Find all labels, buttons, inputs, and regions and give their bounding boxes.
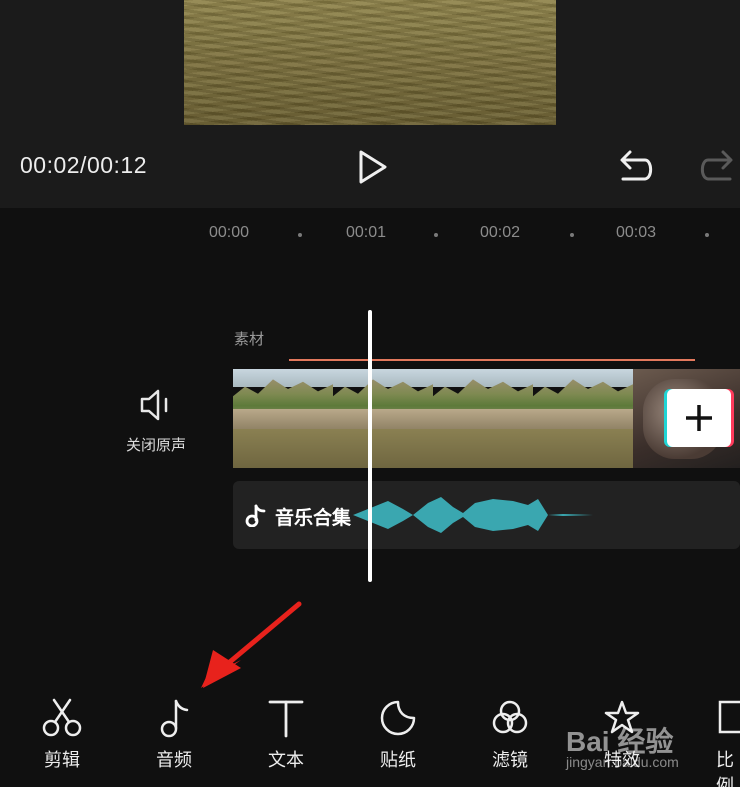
- tool-edit[interactable]: 剪辑: [12, 690, 112, 787]
- text-icon: [268, 700, 304, 738]
- mute-original-label: 关闭原声: [125, 437, 186, 454]
- player-panel: 00:02/00:12: [0, 0, 740, 208]
- clip-thumbnail: [233, 369, 333, 468]
- watermark-url: jingyan.baidu.com: [566, 754, 679, 770]
- video-clip-strip[interactable]: [233, 369, 740, 468]
- ruler-tick: 00:02: [480, 224, 521, 241]
- track-label: 素材: [234, 331, 265, 348]
- tool-audio[interactable]: 音频: [124, 690, 224, 787]
- undo-button[interactable]: [617, 148, 657, 186]
- playhead[interactable]: [368, 310, 372, 582]
- undo-icon: [620, 150, 653, 181]
- tool-label: 滤镜: [492, 750, 528, 770]
- ruler-dot: [298, 233, 302, 237]
- music-note-icon: [245, 504, 266, 527]
- add-clip-button[interactable]: [667, 389, 731, 447]
- clip-thumbnail: [333, 369, 433, 468]
- tool-label: 音频: [156, 750, 192, 770]
- tool-label: 剪辑: [44, 750, 80, 770]
- ruler-tick: 00:00: [209, 224, 250, 241]
- music-waveform: [353, 497, 593, 533]
- tool-label: 文本: [268, 750, 304, 770]
- music-track[interactable]: 音乐合集: [233, 481, 740, 549]
- play-button[interactable]: [353, 148, 391, 186]
- tool-filter[interactable]: 滤镜: [460, 690, 560, 787]
- ratio-icon: [718, 700, 740, 734]
- speaker-mute-icon: [140, 389, 168, 421]
- tool-ratio[interactable]: 比例: [684, 690, 740, 787]
- ruler-dot: [434, 233, 438, 237]
- tool-text[interactable]: 文本: [236, 690, 336, 787]
- track-range-line: [289, 359, 695, 361]
- playback-time: 00:02/00:12: [20, 152, 148, 178]
- redo-button[interactable]: [696, 148, 736, 186]
- ruler-dot: [705, 233, 709, 237]
- sticker-icon: [380, 700, 416, 736]
- mute-original-button[interactable]: 关闭原声: [118, 388, 194, 460]
- plus-icon: [686, 405, 712, 431]
- tool-sticker[interactable]: 贴纸: [348, 690, 448, 787]
- scissors-icon: [42, 698, 82, 737]
- ruler-tick: 00:03: [616, 224, 657, 241]
- red-arrow-annotation: [201, 601, 302, 688]
- clip-thumbnail: [433, 369, 533, 468]
- music-track-label: 音乐合集: [275, 508, 352, 529]
- tool-label: 比例: [716, 750, 734, 787]
- video-preview[interactable]: [184, 0, 556, 125]
- ruler-tick: 00:01: [346, 224, 387, 241]
- play-icon: [359, 150, 387, 184]
- timeline-ruler[interactable]: 00:00 00:01 00:02 00:03: [0, 224, 740, 244]
- clip-thumbnail: [533, 369, 633, 468]
- music-note-icon: [160, 699, 189, 738]
- ruler-dot: [570, 233, 574, 237]
- tool-label: 贴纸: [380, 750, 416, 770]
- redo-icon: [700, 150, 733, 181]
- filter-icon: [492, 700, 528, 734]
